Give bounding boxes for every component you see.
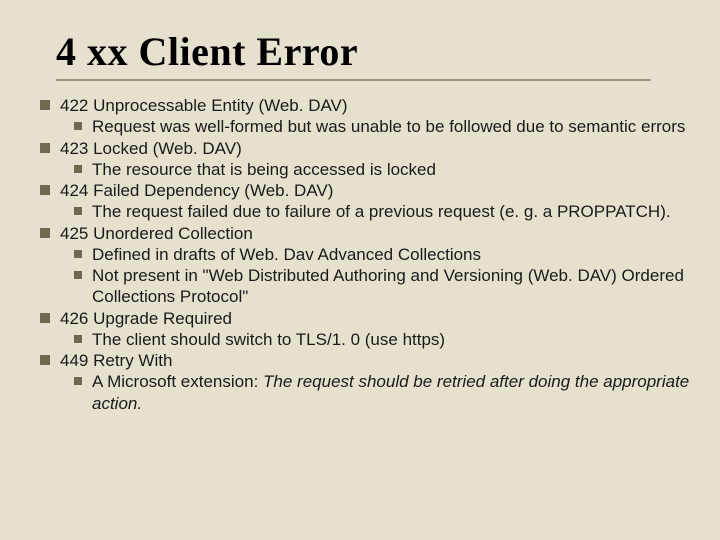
list-item: 426 Upgrade Required The client should s… — [36, 308, 690, 351]
item-label: 424 Failed Dependency (Web. DAV) — [60, 181, 333, 200]
sub-item: Request was well-formed but was unable t… — [70, 116, 690, 137]
sub-item: A Microsoft extension: The request shoul… — [70, 371, 690, 414]
sub-item: The client should switch to TLS/1. 0 (us… — [70, 329, 690, 350]
item-label: 426 Upgrade Required — [60, 309, 232, 328]
sub-text: The client should switch to TLS/1. 0 (us… — [92, 330, 445, 349]
item-label: 425 Unordered Collection — [60, 224, 253, 243]
list-item: 425 Unordered Collection Defined in draf… — [36, 223, 690, 308]
sub-list: The resource that is being accessed is l… — [70, 159, 690, 180]
sub-list: The request failed due to failure of a p… — [70, 201, 690, 222]
sub-text: Defined in drafts of Web. Dav Advanced C… — [92, 245, 481, 264]
sub-list: The client should switch to TLS/1. 0 (us… — [70, 329, 690, 350]
title-underline — [56, 79, 651, 81]
item-label: 423 Locked (Web. DAV) — [60, 139, 242, 158]
sub-text: The resource that is being accessed is l… — [92, 160, 436, 179]
sub-item: Defined in drafts of Web. Dav Advanced C… — [70, 244, 690, 265]
sub-text: Not present in "Web Distributed Authorin… — [92, 266, 684, 306]
item-label: 422 Unprocessable Entity (Web. DAV) — [60, 96, 348, 115]
sub-item: The request failed due to failure of a p… — [70, 201, 690, 222]
list-item: 424 Failed Dependency (Web. DAV) The req… — [36, 180, 690, 223]
list-item: 423 Locked (Web. DAV) The resource that … — [36, 138, 690, 181]
sub-item: Not present in "Web Distributed Authorin… — [70, 265, 690, 308]
bullet-list: 422 Unprocessable Entity (Web. DAV) Requ… — [36, 95, 690, 414]
title-block: 4 xx Client Error — [56, 28, 690, 81]
list-item: 449 Retry With A Microsoft extension: Th… — [36, 350, 690, 414]
sub-item: The resource that is being accessed is l… — [70, 159, 690, 180]
sub-list: Request was well-formed but was unable t… — [70, 116, 690, 137]
sub-prefix: A Microsoft extension: — [92, 372, 263, 391]
list-item: 422 Unprocessable Entity (Web. DAV) Requ… — [36, 95, 690, 138]
page-title: 4 xx Client Error — [56, 28, 690, 75]
sub-list: Defined in drafts of Web. Dav Advanced C… — [70, 244, 690, 308]
item-label: 449 Retry With — [60, 351, 172, 370]
sub-text: Request was well-formed but was unable t… — [92, 117, 685, 136]
sub-text: The request failed due to failure of a p… — [92, 202, 671, 221]
slide: 4 xx Client Error 422 Unprocessable Enti… — [0, 0, 720, 540]
sub-list: A Microsoft extension: The request shoul… — [70, 371, 690, 414]
